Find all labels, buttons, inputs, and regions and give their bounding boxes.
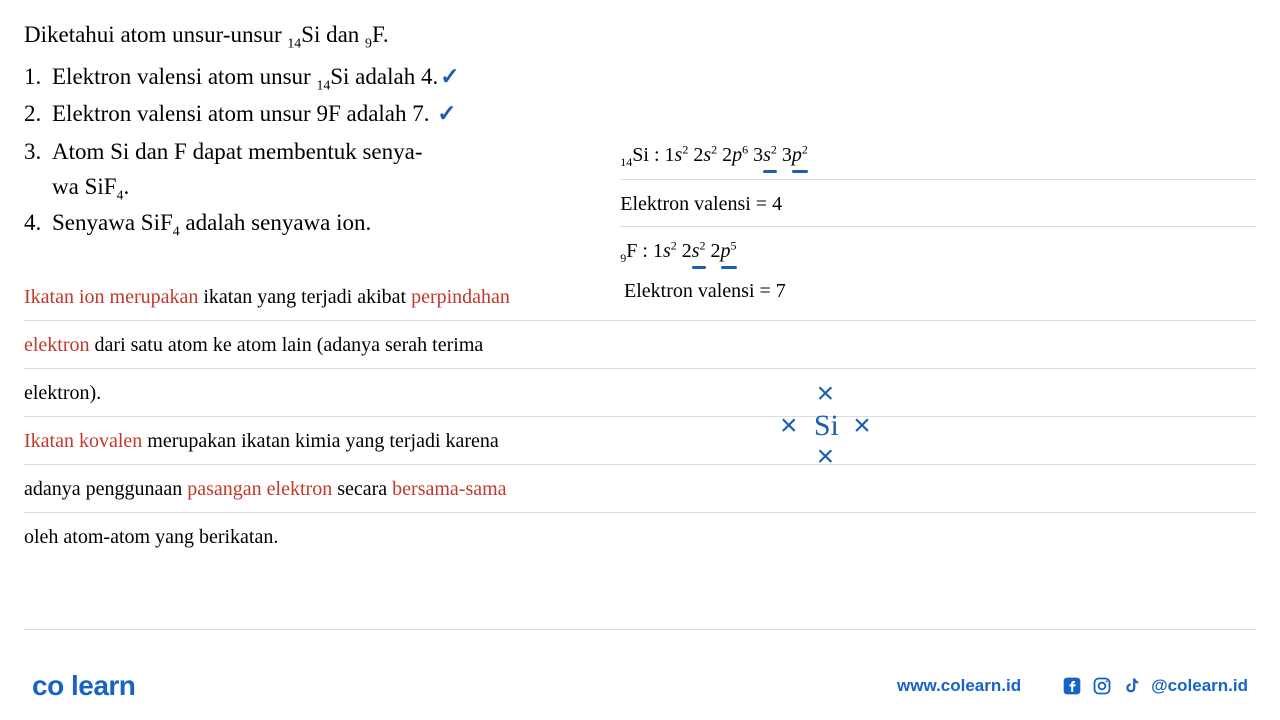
- question-intro: Diketahui atom unsur-unsur 14Si dan 9F.: [24, 18, 1256, 54]
- footer: co learn www.colearn.id @colearn.id: [0, 670, 1280, 702]
- website-link[interactable]: www.colearn.id: [897, 676, 1021, 696]
- statement-4: 4. Senyawa SiF4 adalah senyawa ion.: [24, 206, 580, 242]
- social-handle: @colearn.id: [1151, 676, 1248, 696]
- si-lewis-diagram: × × Si × ×: [780, 378, 873, 473]
- f-valence: Elektron valensi = 7: [624, 280, 786, 303]
- blank-rule-line: [24, 584, 1256, 630]
- f-config: 9F : 1s2 2s2 2p5: [620, 231, 1256, 273]
- check-icon: ✓: [437, 101, 456, 126]
- tiktok-icon[interactable]: [1121, 675, 1143, 697]
- statement-1: 1. Elektron valensi atom unsur 14Si adal…: [24, 60, 1256, 96]
- instagram-icon[interactable]: [1091, 675, 1113, 697]
- statement-3: 3. Atom Si dan F dapat membentuk senya- …: [24, 135, 580, 206]
- si-valence: Elektron valensi = 4: [620, 184, 1256, 227]
- explanation-block: Ikatan ion merupakan ikatan yang terjadi…: [24, 273, 1256, 560]
- explanation-line: elektron dari satu atom ke atom lain (ad…: [24, 321, 1256, 369]
- statement-2: 2. Elektron valensi atom unsur 9F adalah…: [24, 97, 1256, 132]
- si-config: 14Si : 1s2 2s2 2p6 3s2 3p2: [620, 135, 1256, 180]
- facebook-icon[interactable]: [1061, 675, 1083, 697]
- logo: co learn: [32, 670, 135, 702]
- explanation-line: adanya penggunaan pasangan elektron seca…: [24, 465, 1256, 513]
- social-icons: @colearn.id: [1061, 675, 1248, 697]
- explanation-line: elektron).: [24, 369, 1256, 417]
- explanation-line: oleh atom-atom yang berikatan.: [24, 513, 1256, 560]
- explanation-line: Ikatan kovalen merupakan ikatan kimia ya…: [24, 417, 1256, 465]
- check-icon: ✓: [440, 64, 459, 89]
